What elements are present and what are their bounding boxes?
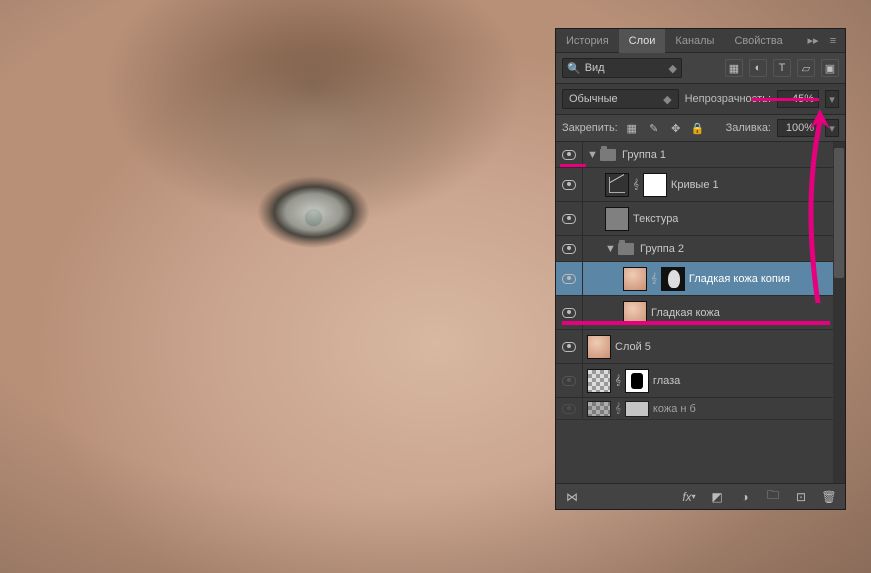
visibility-toggle[interactable] (562, 376, 576, 386)
tab-history[interactable]: История (556, 29, 619, 53)
layer-thumbnail (587, 369, 611, 393)
panel-menu-icon[interactable]: ≡ (825, 33, 841, 49)
delete-layer-icon[interactable]: 🗑 (821, 489, 837, 505)
mask-thumbnail[interactable] (643, 173, 667, 197)
link-icon: 𝄞 (633, 179, 639, 190)
filter-type-icon[interactable]: T (773, 59, 791, 77)
filter-label: Вид (585, 62, 605, 74)
layer-name[interactable]: глаза (653, 375, 833, 387)
layers-footer: ⋈ fx▾ ◩ ◑ 🗀 ⊡ 🗑 (556, 483, 845, 509)
add-mask-icon[interactable]: ◩ (709, 489, 725, 505)
chevron-down-icon: ◆ (669, 62, 677, 75)
blend-mode-select[interactable]: Обычные ◆ (562, 89, 679, 109)
search-icon: 🔍 (567, 62, 581, 75)
visibility-toggle[interactable] (562, 244, 576, 254)
layer-name[interactable]: Кривые 1 (671, 179, 833, 191)
layer-thumbnail (605, 207, 629, 231)
blend-mode-value: Обычные (569, 93, 618, 105)
layer-thumbnail (623, 267, 647, 291)
link-icon: 𝄞 (615, 403, 621, 414)
filter-adjust-icon[interactable]: ◐ (749, 59, 767, 77)
opacity-value: 45% (792, 93, 814, 105)
visibility-toggle[interactable] (562, 274, 576, 284)
collapse-icon[interactable]: ▸▸ (805, 33, 821, 49)
layer-row-layer5[interactable]: Слой 5 (556, 330, 833, 364)
opacity-stepper[interactable]: ▾ (825, 90, 839, 108)
fill-stepper[interactable]: ▾ (825, 119, 839, 137)
scrollbar-thumb[interactable] (834, 148, 844, 278)
blend-row: Обычные ◆ Непрозрачность: 45% ▾ (556, 84, 845, 115)
visibility-toggle[interactable] (562, 180, 576, 190)
fill-label: Заливка: (726, 122, 771, 134)
layer-row-skin-nb[interactable]: 𝄞 кожа н б (556, 398, 833, 420)
layer-name[interactable]: Гладкая кожа (651, 307, 833, 319)
opacity-label: Непрозрачность: (685, 93, 771, 105)
lock-position-icon[interactable]: ✥ (668, 120, 684, 136)
visibility-toggle[interactable] (562, 214, 576, 224)
link-icon: 𝄞 (615, 375, 621, 386)
tab-properties[interactable]: Свойства (724, 29, 792, 53)
link-icon: 𝄞 (651, 273, 657, 284)
chevron-updown-icon: ◆ (663, 93, 671, 106)
curves-thumbnail (605, 173, 629, 197)
layer-row-smoothskin-copy[interactable]: 𝄞 Гладкая кожа копия (556, 262, 833, 296)
folder-icon (600, 149, 616, 161)
mask-thumbnail[interactable] (625, 369, 649, 393)
lock-all-icon[interactable]: 🔒 (690, 120, 706, 136)
layers-list: ▼ Группа 1 𝄞 Кривые 1 Текстура (556, 142, 845, 483)
layer-name[interactable]: кожа н б (653, 403, 833, 415)
folder-icon (618, 243, 634, 255)
layer-name[interactable]: Гладкая кожа копия (689, 273, 833, 285)
layer-row-eyes[interactable]: 𝄞 глаза (556, 364, 833, 398)
lock-label: Закрепить: (562, 122, 618, 134)
disclosure-triangle-icon[interactable]: ▼ (605, 243, 615, 255)
new-group-icon[interactable]: 🗀 (765, 489, 781, 505)
layer-row-curves1[interactable]: 𝄞 Кривые 1 (556, 168, 833, 202)
link-layers-icon[interactable]: ⋈ (564, 489, 580, 505)
fill-input[interactable]: 100% (777, 119, 819, 137)
fill-value: 100% (786, 122, 814, 134)
layer-row-texture[interactable]: Текстура (556, 202, 833, 236)
layer-thumbnail (623, 301, 647, 325)
lock-row: Закрепить: ▦ ✎ ✥ 🔒 Заливка: 100% ▾ (556, 115, 845, 142)
layer-thumbnail (587, 401, 611, 417)
layer-style-icon[interactable]: fx▾ (681, 489, 697, 505)
layers-scrollbar[interactable] (833, 142, 845, 483)
layer-name[interactable]: Группа 2 (640, 243, 833, 255)
lock-image-icon[interactable]: ✎ (646, 120, 662, 136)
layer-row-smoothskin[interactable]: Гладкая кожа (556, 296, 833, 330)
layer-name[interactable]: Текстура (633, 213, 833, 225)
filter-pixel-icon[interactable]: ▦ (725, 59, 743, 77)
visibility-toggle[interactable] (562, 342, 576, 352)
filter-smart-icon[interactable]: ▣ (821, 59, 839, 77)
layer-thumbnail (587, 335, 611, 359)
layer-name[interactable]: Слой 5 (615, 341, 833, 353)
layer-name[interactable]: Группа 1 (622, 149, 833, 161)
visibility-toggle[interactable] (562, 150, 576, 160)
opacity-input[interactable]: 45% (777, 90, 819, 108)
lock-transparent-icon[interactable]: ▦ (624, 120, 640, 136)
layer-row-group2[interactable]: ▼ Группа 2 (556, 236, 833, 262)
add-adjustment-icon[interactable]: ◑ (737, 489, 753, 505)
visibility-toggle[interactable] (562, 404, 576, 414)
mask-thumbnail[interactable] (625, 401, 649, 417)
filter-shape-icon[interactable]: ▱ (797, 59, 815, 77)
layer-row-group1[interactable]: ▼ Группа 1 (556, 142, 833, 168)
disclosure-triangle-icon[interactable]: ▼ (587, 149, 597, 161)
layers-panel: История Слои Каналы Свойства ▸▸ ≡ 🔍 Вид … (555, 28, 846, 510)
layer-filter-kind[interactable]: 🔍 Вид ◆ (562, 58, 682, 78)
filter-row: 🔍 Вид ◆ ▦ ◐ T ▱ ▣ (556, 53, 845, 84)
tab-layers[interactable]: Слои (619, 29, 666, 53)
mask-thumbnail[interactable] (661, 267, 685, 291)
new-layer-icon[interactable]: ⊡ (793, 489, 809, 505)
panel-tabs: История Слои Каналы Свойства ▸▸ ≡ (556, 29, 845, 53)
visibility-toggle[interactable] (562, 308, 576, 318)
tab-channels[interactable]: Каналы (665, 29, 724, 53)
